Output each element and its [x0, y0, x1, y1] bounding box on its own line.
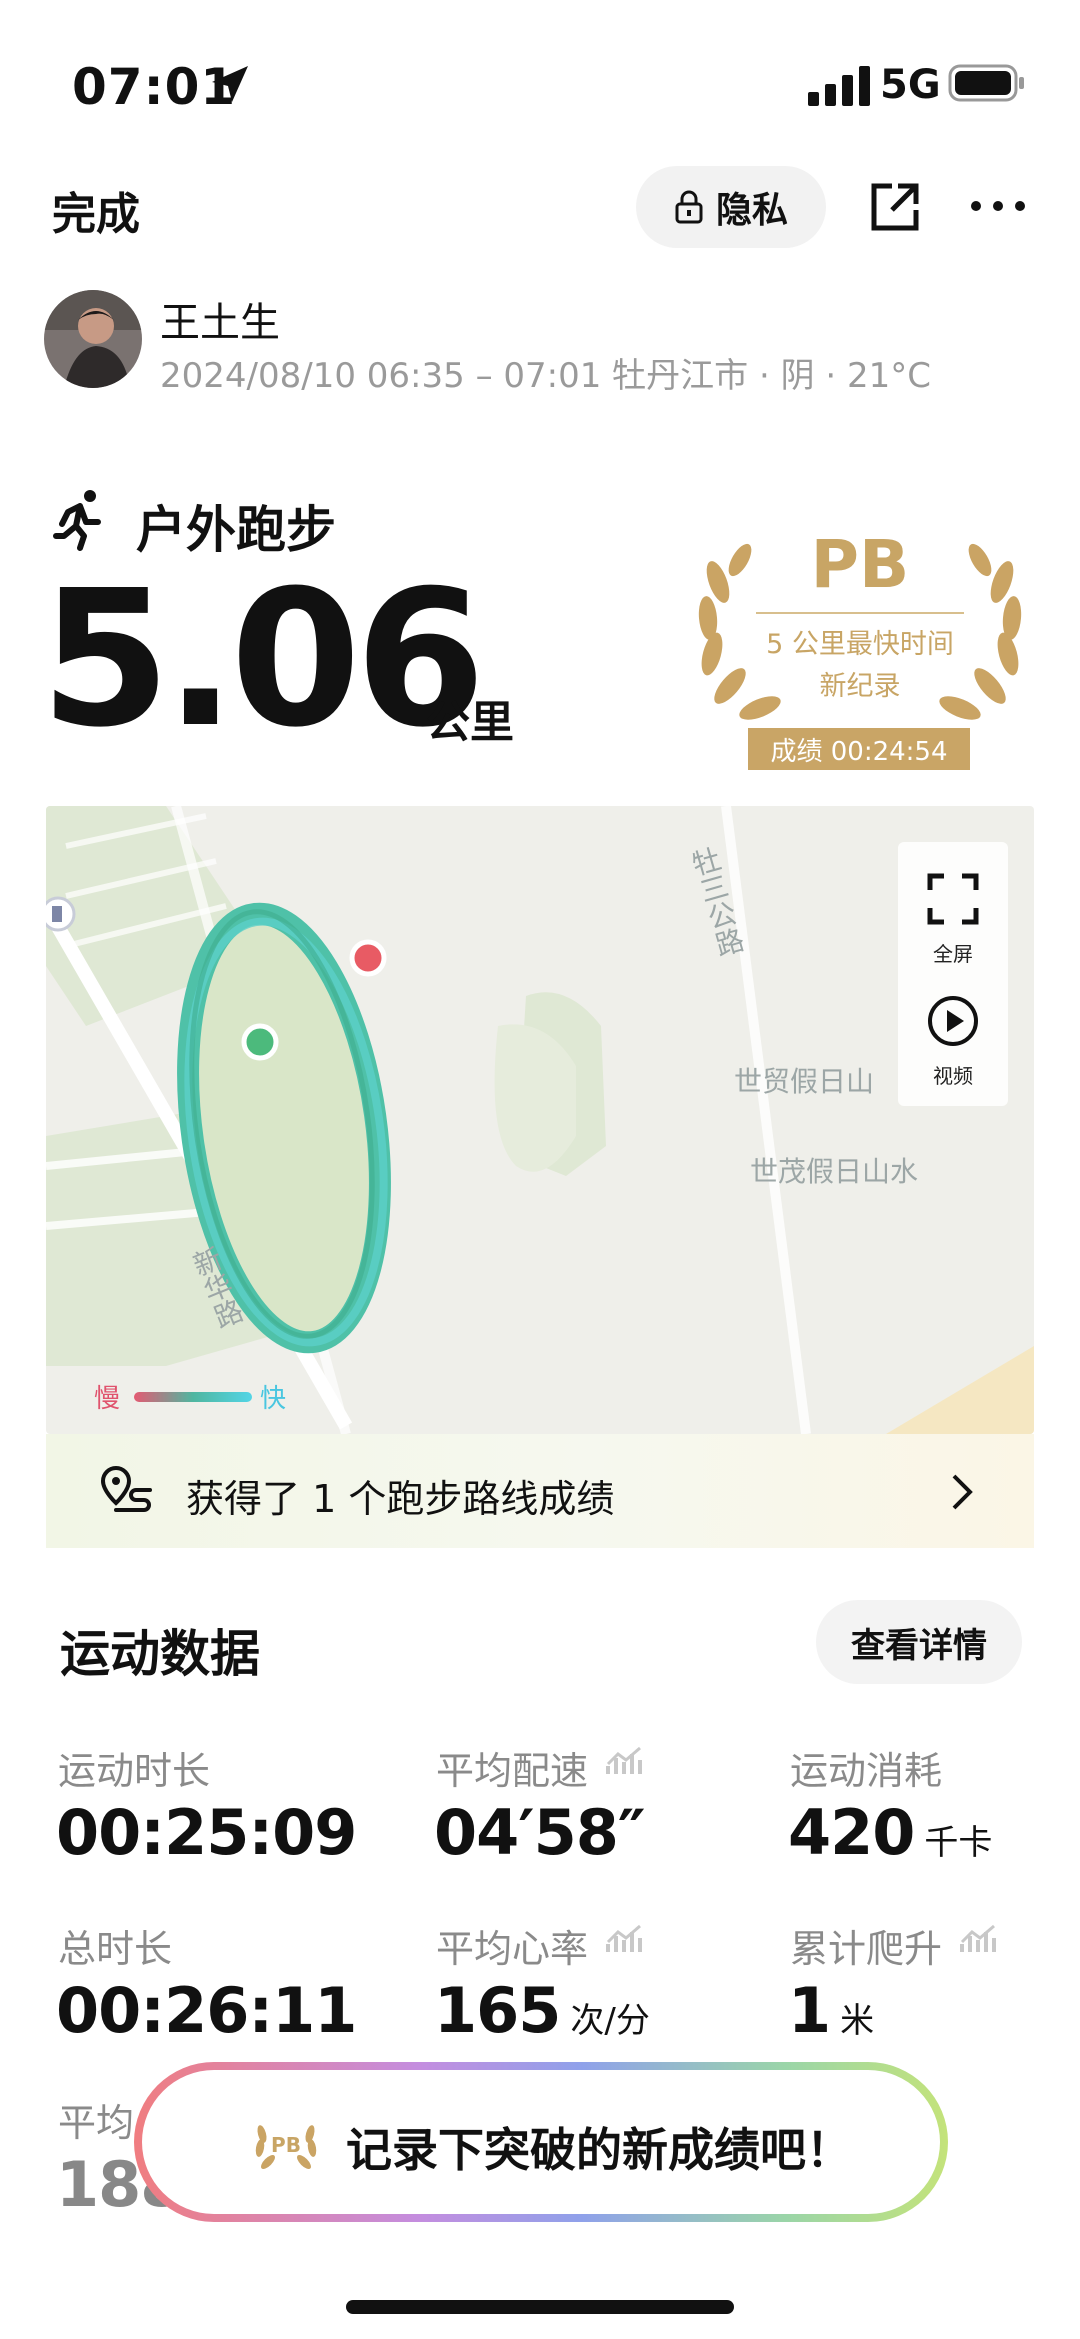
cellular-signal-icon: [808, 66, 870, 106]
calories-number: 420: [788, 1796, 915, 1869]
pb-badge[interactable]: PB 5 公里最快时间 新纪录 成绩 00:24:54: [690, 522, 1030, 772]
avatar[interactable]: [44, 290, 142, 388]
chevron-right-icon: [952, 1474, 973, 1510]
stat-label-calories: 运动消耗: [790, 1749, 943, 1793]
distance-value: 5.06: [40, 550, 486, 769]
pace-legend-fast: 快: [260, 1384, 287, 1414]
svg-text:PB: PB: [271, 2133, 301, 2157]
pb-divider: [756, 612, 964, 614]
stat-value-avg-hr: 165 次/分: [434, 1974, 650, 2047]
trend-chart-icon[interactable]: [960, 1922, 998, 1954]
more-icon[interactable]: [968, 196, 1028, 216]
pace-legend-slow: 慢: [94, 1384, 121, 1414]
location-arrow-icon: [212, 66, 248, 102]
distance-unit: 公里: [426, 697, 514, 748]
activity-meta: 2024/08/10 06:35 – 07:01 牡丹江市 · 阴 · 21°C: [160, 356, 932, 396]
privacy-label: 隐私: [715, 190, 788, 231]
route-achievement-text: 获得了 1 个跑步路线成绩: [186, 1477, 615, 1521]
user-name: 王土生: [160, 300, 280, 346]
stat-label-duration: 运动时长: [58, 1749, 211, 1793]
home-indicator[interactable]: [346, 2300, 734, 2314]
stat-label-elevation: 累计爬升: [790, 1927, 943, 1971]
trend-chart-icon[interactable]: [606, 1744, 644, 1776]
route-map[interactable]: 牡三公路 新华路 世贸假日山 世茂假日山水 全屏 视频 慢 快: [46, 806, 1034, 1434]
stat-label-avg-hr: 平均心率: [436, 1927, 589, 1971]
fullscreen-icon[interactable]: [926, 872, 980, 926]
stat-label-total-time: 总时长: [58, 1927, 173, 1971]
stat-value-calories: 420 千卡: [788, 1796, 992, 1869]
map-controls: 全屏 视频: [898, 842, 1008, 1106]
pb-toast[interactable]: PB 记录下突破的新成绩吧！: [134, 2062, 948, 2222]
toast-body: PB 记录下突破的新成绩吧！: [142, 2070, 940, 2214]
route-achievement-row[interactable]: 获得了 1 个跑步路线成绩: [46, 1434, 1034, 1548]
stat-label-partial: 平均: [58, 2101, 135, 2145]
avg-hr-number: 165: [434, 1974, 561, 2047]
status-bar: 07:01 5G: [0, 0, 1080, 170]
done-button[interactable]: 完成: [52, 178, 140, 242]
calories-unit: 千卡: [924, 1823, 993, 1863]
pb-mini-icon: PB: [255, 2125, 317, 2169]
fullscreen-label[interactable]: 全屏: [898, 938, 1008, 967]
map-canvas: [46, 806, 1034, 1434]
battery-icon: [948, 64, 1024, 102]
pb-subtitle: 5 公里最快时间: [766, 629, 954, 660]
network-type: 5G: [880, 62, 941, 108]
stat-value-total-time: 00:26:11: [56, 1974, 357, 2047]
pb-score: 成绩 00:24:54: [748, 728, 970, 770]
running-icon: [53, 490, 101, 551]
pb-record-label: 新纪录: [819, 671, 901, 702]
section-title: 运动数据: [60, 1625, 260, 1683]
trend-chart-icon[interactable]: [606, 1922, 644, 1954]
stat-value-duration: 00:25:09: [56, 1796, 357, 1869]
elevation-number: 1: [788, 1974, 831, 2047]
view-details-button[interactable]: 查看详情: [816, 1600, 1022, 1684]
lock-icon: [675, 190, 703, 224]
privacy-button[interactable]: 隐私: [636, 166, 826, 248]
place-label-1: 世贸假日山: [734, 1065, 875, 1098]
avg-hr-unit: 次/分: [570, 2001, 650, 2041]
pb-title: PB: [810, 526, 910, 603]
video-label[interactable]: 视频: [898, 1060, 1008, 1089]
stat-label-avg-pace: 平均配速: [436, 1749, 589, 1793]
stat-value-avg-pace: 04′58″: [434, 1796, 646, 1869]
avatar-image: [44, 290, 142, 388]
route-pin-icon: [100, 1466, 152, 1512]
play-video-icon[interactable]: [926, 994, 980, 1048]
pace-legend-bar: [134, 1392, 252, 1402]
elevation-unit: 米: [840, 2001, 875, 2041]
place-label-2: 世茂假日山水: [750, 1155, 919, 1188]
stat-value-elevation: 1米: [788, 1974, 874, 2047]
share-icon[interactable]: [868, 180, 922, 234]
toast-text: 记录下突破的新成绩吧！: [346, 2123, 852, 2177]
